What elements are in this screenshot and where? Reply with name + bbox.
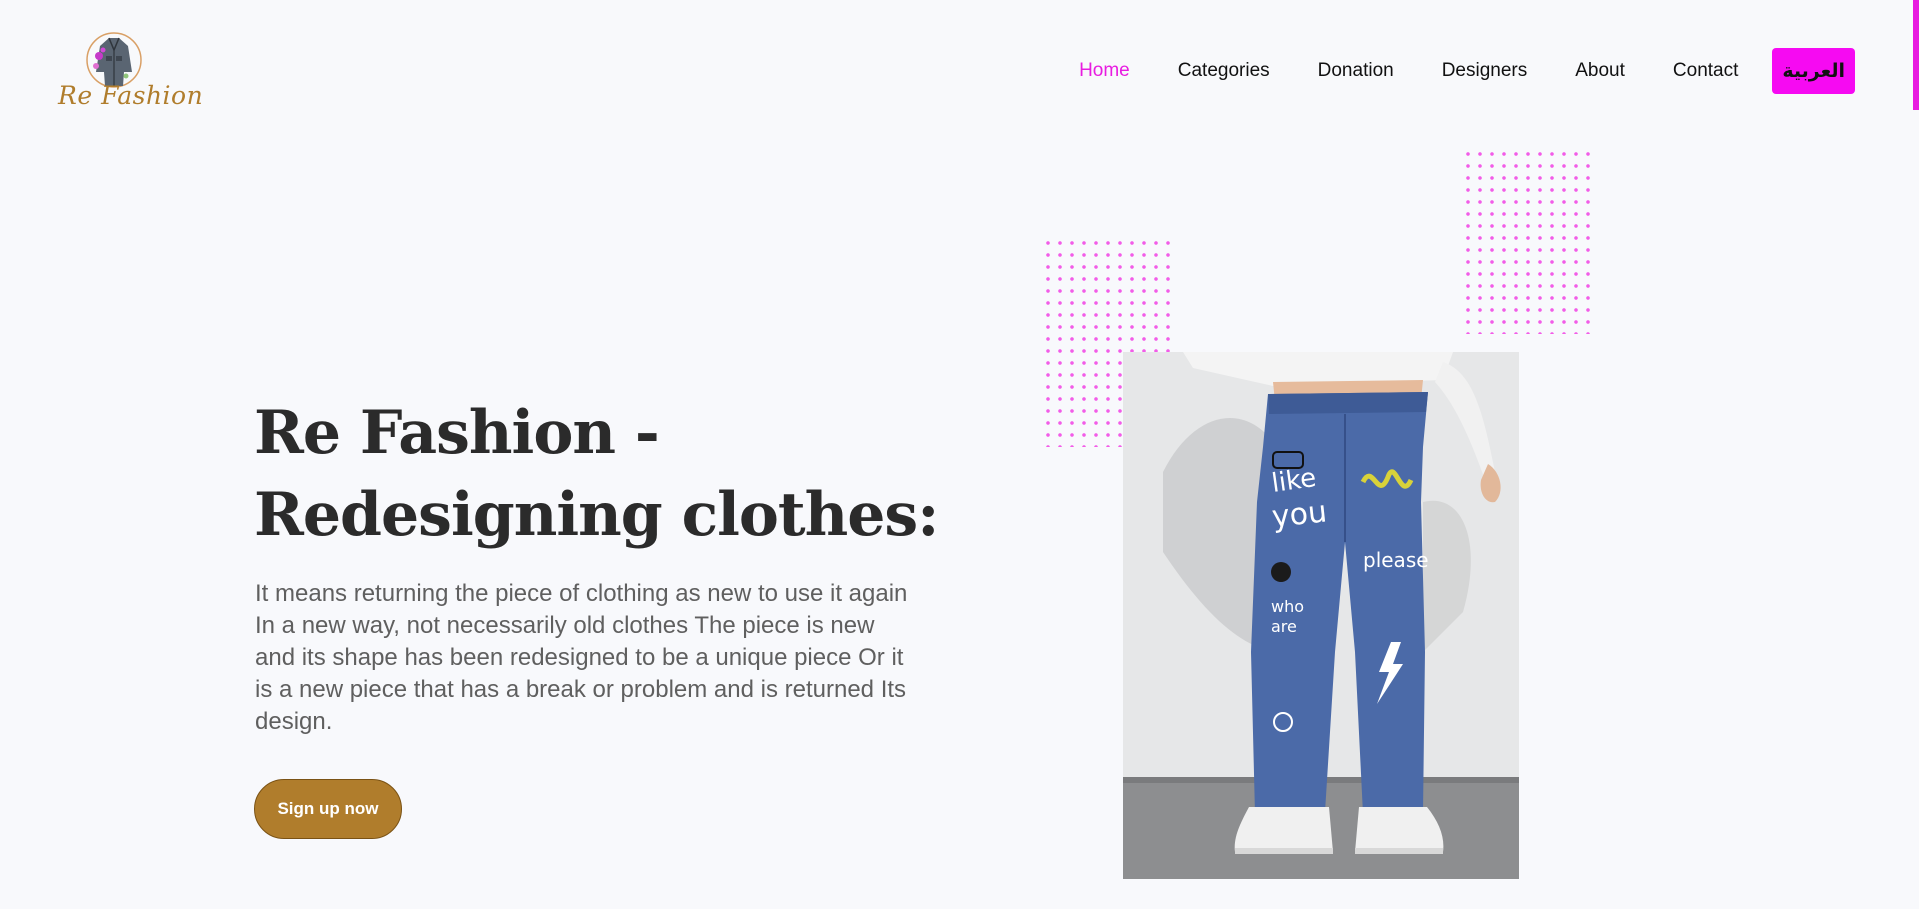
hero-description: It means returning the piece of clothing…: [255, 580, 908, 735]
site-header: Re Fashion Home Categories Donation Desi…: [0, 0, 1919, 140]
sign-up-button[interactable]: Sign up now: [254, 779, 402, 839]
dot-pattern-right: [1462, 148, 1594, 334]
hero-title-line-2: Redesigning clothes:: [254, 480, 939, 550]
graffiti-jeans-photo: like you please who are: [1123, 352, 1519, 879]
hero-photo: like you please who are: [1123, 352, 1519, 879]
jacket-logo-icon: [86, 32, 142, 88]
nav-donation[interactable]: Donation: [1318, 60, 1394, 82]
language-toggle-button[interactable]: العربية: [1772, 48, 1855, 94]
logo-text: Re Fashion: [58, 81, 204, 110]
page: Re Fashion Home Categories Donation Desi…: [0, 0, 1919, 909]
hero-title-line-1: Re Fashion -: [254, 398, 660, 468]
hero-title: Re Fashion - Redesigning clothes:: [254, 392, 954, 556]
nav-home[interactable]: Home: [1079, 60, 1130, 82]
svg-text:are: are: [1271, 617, 1297, 636]
page-scrollbar[interactable]: [1913, 0, 1919, 110]
nav-contact[interactable]: Contact: [1673, 60, 1738, 82]
svg-text:who: who: [1271, 597, 1304, 616]
nav-designers[interactable]: Designers: [1442, 60, 1528, 82]
nav-about[interactable]: About: [1575, 60, 1625, 82]
main-nav: Home Categories Donation Designers About…: [1031, 48, 1855, 94]
svg-text:please: please: [1363, 548, 1429, 572]
svg-text:you: you: [1270, 494, 1328, 535]
nav-categories[interactable]: Categories: [1178, 60, 1270, 82]
logo[interactable]: Re Fashion: [54, 26, 203, 118]
